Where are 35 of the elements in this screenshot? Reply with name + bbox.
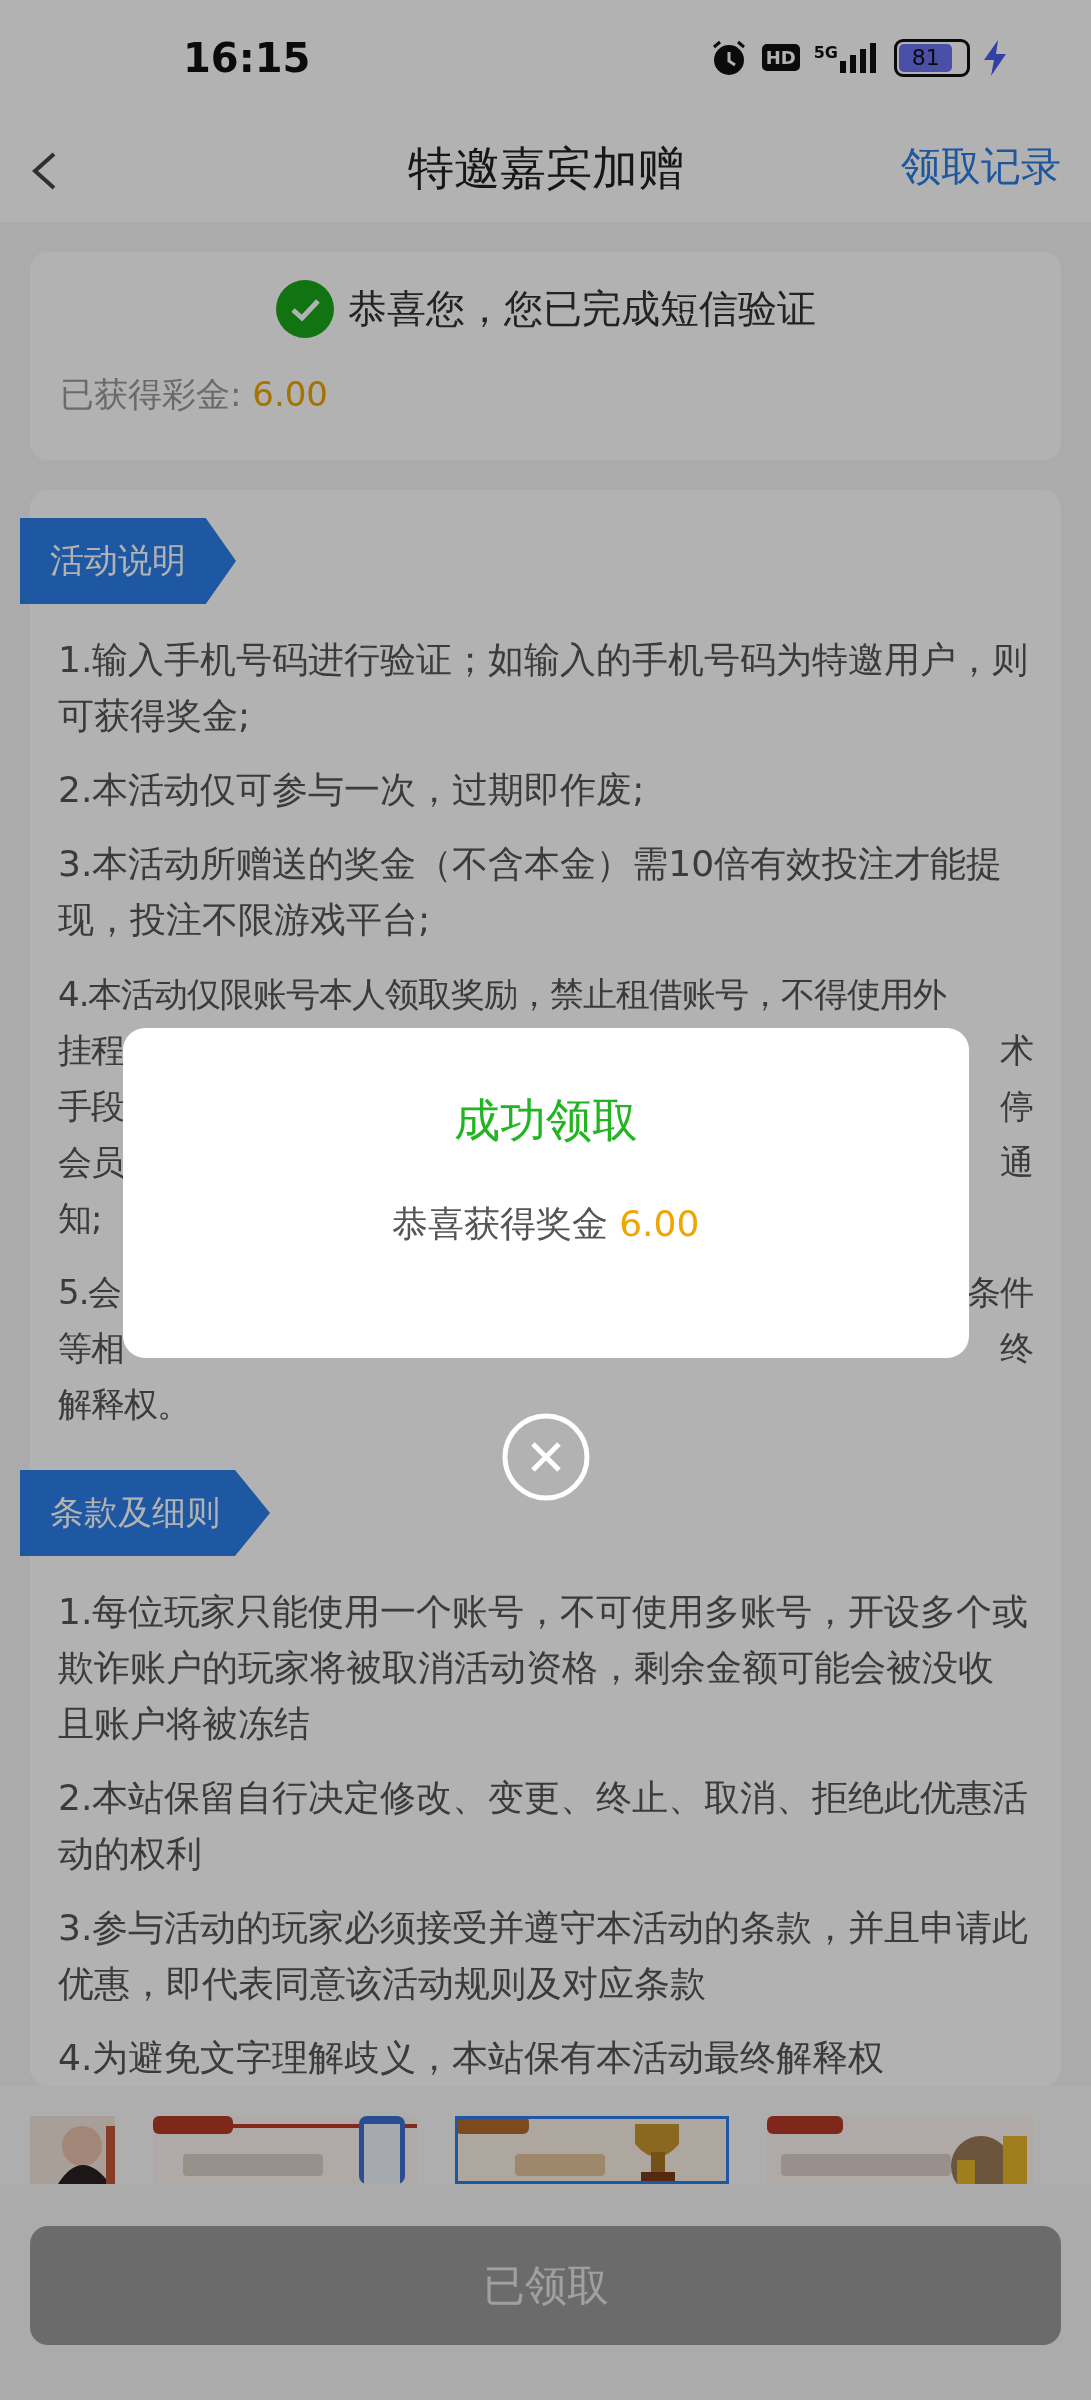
back-icon[interactable] (30, 151, 58, 191)
battery-icon: 81 (894, 38, 970, 77)
section-tag: 条款及细则 (20, 1470, 270, 1556)
rule-text: 停 (1000, 1085, 1033, 1128)
charging-icon (984, 39, 1006, 76)
page-title: 特邀嘉宾加赠 (407, 139, 684, 197)
section-tag: 活动说明 (20, 518, 236, 604)
clock-time: 16:15 (183, 34, 311, 81)
rule-text: 4.为避免文字理解歧义，本站保有本活动最终解释权 (58, 2036, 886, 2080)
claim-history-link[interactable]: 领取记录 (901, 139, 1061, 194)
rule-text: 手段 (58, 1085, 124, 1128)
rule-text: 1.每位玩家只能使用一个账号，不可使用多账号，开设多个或 欺诈账户的玩家将被取消活动资格，剩余金额可能会被没收 且账户将被冻结 (58, 1590, 1030, 1746)
rule-text: 终 (1000, 1327, 1033, 1370)
rule-text: 等相 (58, 1327, 124, 1370)
earned-text: 已获得彩金: 6.00 (60, 373, 329, 416)
rule-text: 术 (1000, 1029, 1033, 1072)
rule-text: 知; (58, 1197, 102, 1240)
rule-text: 条件 (967, 1271, 1033, 1314)
verify-message: 恭喜您，您已完成短信验证 (347, 285, 816, 333)
rule-text: 5.会 (58, 1271, 122, 1314)
dialog-title: 成功领取 (453, 1092, 638, 1149)
check-icon (275, 280, 334, 338)
rule-text: 3.本活动所赠送的奖金（不含本金）需10倍有效投注才能提 现，投注不限游戏平台; (58, 842, 1004, 942)
dialog-message: 恭喜获得奖金 6.00 (391, 1202, 700, 1246)
rule-text: 通 (1000, 1141, 1033, 1184)
rule-text: 2.本站保留自行决定修改、变更、终止、取消、拒绝此优惠活 动的权利 (58, 1776, 1030, 1876)
rule-text: 会员 (58, 1141, 124, 1184)
rule-text: 解释权。 (58, 1383, 190, 1426)
rule-text: 挂程 (58, 1029, 124, 1072)
rule-text: 1.输入手机号码进行验证；如输入的手机号码为特邀用户，则 可获得奖金; (58, 638, 1030, 738)
hd-badge: HD (761, 44, 800, 71)
rule-text: 2.本活动仅可参与一次，过期即作废; (58, 768, 646, 812)
rule-text: 3.参与活动的玩家必须接受并遵守本活动的条款，并且申请此 优惠，即代表同意该活动规则及对应条款 (58, 1906, 1030, 2006)
rule-text: 4.本活动仅限账号本人领取奖励，禁止租借账号，不得使用外 (58, 973, 947, 1016)
network-label: 5G (813, 42, 838, 62)
